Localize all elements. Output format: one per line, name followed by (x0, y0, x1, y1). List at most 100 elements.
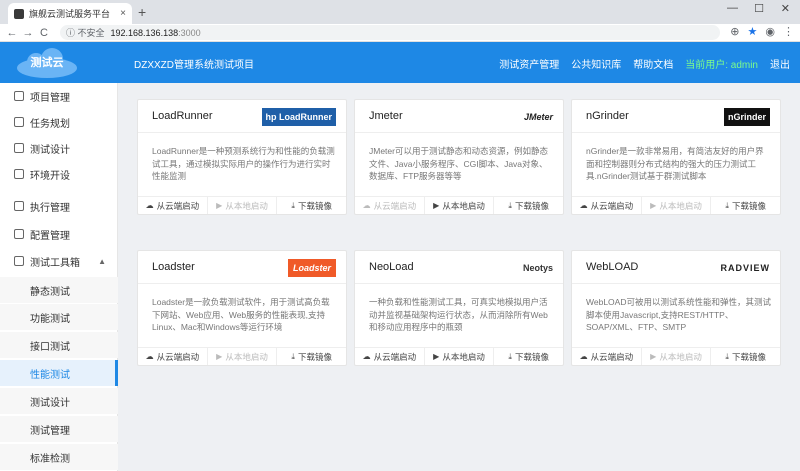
sidebar-item-exec[interactable]: 执行管理 (0, 193, 118, 219)
branch-icon (14, 143, 24, 153)
action-label: 从本地启动 (442, 351, 485, 362)
card-actions: ☁ 从云端启动 ▶ 从本地启动 ⤓ 下载镜像 (138, 347, 346, 365)
nav-test-assets[interactable]: 测试资产管理 (499, 56, 559, 71)
tool-card-webload: WebLOAD RADVIEW WebLOAD可被用以测试系统性能和弹性，其测试… (571, 250, 781, 366)
chevron-up-icon: ▲ (98, 256, 106, 266)
sidebar: 项目管理 任务规划 测试设计 环境开设 执行管理 配置管理 测试工具箱 ▲ 静态测… (0, 83, 118, 471)
address-bar[interactable]: ⓘ 不安全 192.168.136.138:3000 (60, 25, 720, 40)
cloud-logo[interactable]: 测试云 (16, 48, 78, 78)
cloud-icon: ☁ (145, 352, 154, 361)
action-label: 从本地启动 (442, 200, 485, 211)
cloud-icon (14, 169, 24, 179)
sidebar-sub-performance[interactable]: 性能测试 (0, 360, 118, 386)
browser-tab[interactable]: 旗舰云测试服务平台 × (8, 3, 132, 24)
tool-name: WebLOAD (586, 261, 639, 273)
sidebar-item-label: 执行管理 (30, 202, 70, 214)
card-actions: ☁ 从云端启动 ▶ 从本地启动 ⤓ 下载镜像 (572, 196, 780, 214)
back-button[interactable]: ← (4, 27, 20, 39)
download-image-button[interactable]: ⤓ 下载镜像 (711, 197, 780, 214)
app-title: DZXXZD管理系统测试项目 (134, 60, 254, 71)
card-divider (138, 283, 346, 284)
sidebar-item-label: 项目管理 (30, 92, 70, 104)
loadster-logo-icon: Loadster (287, 259, 336, 277)
tool-description: JMeter可以用于测试静态和动态资源，例如静态文件、Java小服务程序、CGI… (369, 146, 548, 181)
sidebar-sub-api[interactable]: 接口测试 (0, 332, 118, 358)
local-launch-button: ▶ 从本地启动 (642, 348, 712, 365)
gear-icon (14, 229, 24, 239)
cloud-launch-button[interactable]: ☁ 从云端启动 (355, 348, 425, 365)
action-label: 下载镜像 (731, 200, 766, 211)
action-label: 从云端启动 (156, 200, 200, 211)
sidebar-sub-static[interactable]: 静态测试 (0, 277, 118, 303)
tool-description: 一种负载和性能测试工具，可真实地模拟用户活动并监视基础架构运行状态，从而消除所有… (369, 297, 548, 332)
download-icon: ⤓ (508, 200, 512, 210)
nav-knowledge-base[interactable]: 公共知识库 (571, 56, 621, 71)
logout-link[interactable]: 退出 (770, 56, 790, 71)
action-label: 从云端启动 (373, 351, 417, 362)
security-indicator[interactable]: ⓘ 不安全 (66, 26, 105, 39)
cloud-icon: ☁ (362, 352, 371, 361)
bookmark-star-icon[interactable]: ★ (748, 25, 758, 38)
local-launch-button: ▶ 从本地启动 (642, 197, 712, 214)
browser-toolbar: ← → C ⓘ 不安全 192.168.136.138:3000 ⊕ ★ ◉ ⋮ (0, 24, 800, 42)
url-port: :3000 (178, 27, 201, 38)
download-icon: ⤓ (508, 351, 512, 361)
cloud-icon: ☁ (579, 201, 588, 210)
ngrinder-logo-icon: nGrinder (723, 108, 770, 126)
download-image-button[interactable]: ⤓ 下载镜像 (711, 348, 780, 365)
profile-icon[interactable]: ◉ (765, 25, 775, 38)
sidebar-item-task[interactable]: 任务规划 (0, 109, 118, 135)
download-image-button[interactable]: ⤓ 下载镜像 (494, 197, 563, 214)
app-header: 测试云 DZXXZD管理系统测试项目 测试资产管理 公共知识库 帮助文档 当前用… (0, 42, 800, 83)
sidebar-item-env[interactable]: 环境开设 (0, 161, 118, 187)
sidebar-item-project[interactable]: 项目管理 (0, 83, 118, 109)
tab-title: 旗舰云测试服务平台 (29, 9, 111, 19)
tool-description: nGrinder是一款非常易用，有简洁友好的用户界面和控制器则分布式结构的强大的… (586, 146, 764, 181)
tool-name: LoadRunner (152, 110, 213, 122)
cloud-icon: ☁ (579, 352, 588, 361)
action-label: 从云端启动 (590, 200, 634, 211)
local-launch-button[interactable]: ▶ 从本地启动 (425, 197, 495, 214)
cloud-icon: ☁ (362, 201, 371, 210)
new-tab-button[interactable]: + (138, 4, 146, 20)
action-label: 从本地启动 (225, 200, 268, 211)
action-label: 从云端启动 (156, 351, 200, 362)
tab-close-icon[interactable]: × (120, 8, 126, 19)
close-window-button[interactable]: ✕ (781, 2, 790, 15)
cloud-launch-button[interactable]: ☁ 从云端启动 (138, 348, 208, 365)
zoom-icon[interactable]: ⊕ (730, 25, 739, 38)
neotys-logo-icon: Neotys (522, 263, 553, 273)
current-user: 当前用户: admin (685, 60, 758, 71)
sidebar-sub-design[interactable]: 测试设计 (0, 388, 118, 414)
action-label: 下载镜像 (514, 351, 549, 362)
card-actions: ☁ 从云端启动 ▶ 从本地启动 ⤓ 下载镜像 (355, 196, 563, 214)
play-icon: ▶ (650, 352, 657, 361)
local-launch-button[interactable]: ▶ 从本地启动 (425, 348, 495, 365)
home-icon (14, 91, 24, 101)
maximize-button[interactable]: ☐ (754, 2, 764, 15)
sidebar-item-config[interactable]: 配置管理 (0, 221, 118, 247)
header-nav: 测试资产管理 公共知识库 帮助文档 当前用户: admin 退出 (499, 56, 790, 71)
cloud-launch-button[interactable]: ☁ 从云端启动 (138, 197, 208, 214)
sidebar-sub-standard[interactable]: 标准检测 (0, 444, 118, 470)
tool-card-loadster: Loadster Loadster Loadster是一款负载测试软件，用于测试… (137, 250, 347, 366)
reload-button[interactable]: C (36, 27, 52, 39)
action-label: 从云端启动 (590, 351, 634, 362)
download-image-button[interactable]: ⤓ 下载镜像 (277, 197, 346, 214)
action-label: 下载镜像 (514, 200, 549, 211)
sidebar-sub-management[interactable]: 测试管理 (0, 416, 118, 442)
download-image-button[interactable]: ⤓ 下载镜像 (494, 348, 563, 365)
tool-description: Loadster是一款负载测试软件，用于测试高负载下网站、Web应用、Web服务… (152, 297, 330, 332)
forward-button[interactable]: → (20, 27, 36, 39)
sidebar-item-toolbox[interactable]: 测试工具箱 ▲ (0, 248, 118, 274)
sidebar-item-design[interactable]: 测试设计 (0, 135, 118, 161)
minimize-button[interactable]: — (727, 2, 738, 14)
sidebar-sub-functional[interactable]: 功能测试 (0, 304, 118, 330)
browser-menu-icon[interactable]: ⋮ (783, 25, 794, 38)
download-image-button[interactable]: ⤓ 下载镜像 (277, 348, 346, 365)
tool-name: Jmeter (369, 110, 403, 122)
nav-help-docs[interactable]: 帮助文档 (633, 56, 673, 71)
cloud-launch-button[interactable]: ☁ 从云端启动 (572, 348, 642, 365)
cloud-launch-button[interactable]: ☁ 从云端启动 (572, 197, 642, 214)
download-icon: ⤓ (725, 200, 729, 210)
